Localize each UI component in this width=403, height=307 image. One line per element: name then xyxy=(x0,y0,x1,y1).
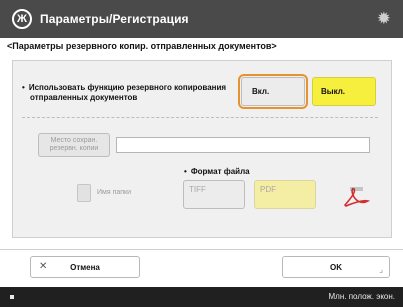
pdf-format-button[interactable]: PDF xyxy=(254,180,316,209)
page-title: Параметры/Регистрация xyxy=(40,12,189,26)
backup-function-label-line2: отправленных документов xyxy=(30,93,138,102)
on-button[interactable]: Вкл. xyxy=(238,74,308,109)
backup-location-field[interactable] xyxy=(116,137,370,153)
backup-function-label-line1: Использовать функцию резервного копирова… xyxy=(28,83,227,92)
file-format-label: • Формат файла xyxy=(184,167,250,176)
adobe-pdf-icon xyxy=(343,187,370,207)
status-text[interactable]: Млн. полож. экон. xyxy=(329,292,395,301)
file-format-label-text: Формат файла xyxy=(190,167,250,176)
status-indicator-icon xyxy=(10,295,14,299)
folder-name-label: Имя папки xyxy=(97,189,132,196)
enter-corner-icon: ⌟ xyxy=(379,265,383,274)
cancel-button[interactable]: ✕ Отмена xyxy=(30,256,140,278)
settings-app-icon: Ж xyxy=(12,9,32,29)
breadcrumb: <Параметры резервного копир. отправленны… xyxy=(7,41,277,51)
folder-name-checkbox[interactable] xyxy=(77,184,91,202)
bullet-icon: • xyxy=(184,167,187,176)
backup-location-label-line1: Место сохран. xyxy=(50,137,98,144)
tiff-format-button[interactable]: TIFF xyxy=(183,180,245,209)
title-bar: Ж Параметры/Регистрация ✹ xyxy=(0,0,403,38)
backup-location-button[interactable]: Место сохран. резервн. копии xyxy=(38,133,110,157)
close-icon: ✕ xyxy=(39,261,48,272)
on-button-label: Вкл. xyxy=(252,87,270,96)
status-bar: Млн. полож. экон. xyxy=(0,287,403,307)
gear-icon[interactable]: ✹ xyxy=(377,9,391,29)
off-button-label: Выкл. xyxy=(321,87,346,96)
off-button[interactable]: Выкл. xyxy=(312,77,376,106)
backup-function-label: • Использовать функцию резервного копиров… xyxy=(22,83,237,103)
backup-location-label-line2: резервн. копии xyxy=(49,145,99,152)
ok-button[interactable]: OK ⌟ xyxy=(282,256,390,278)
separator xyxy=(22,117,378,118)
tiff-format-label: TIFF xyxy=(189,185,206,194)
ok-button-label: OK xyxy=(330,262,342,272)
bullet-icon: • xyxy=(22,83,25,92)
cancel-button-label: Отмена xyxy=(70,262,100,272)
pdf-format-label: PDF xyxy=(260,185,276,194)
